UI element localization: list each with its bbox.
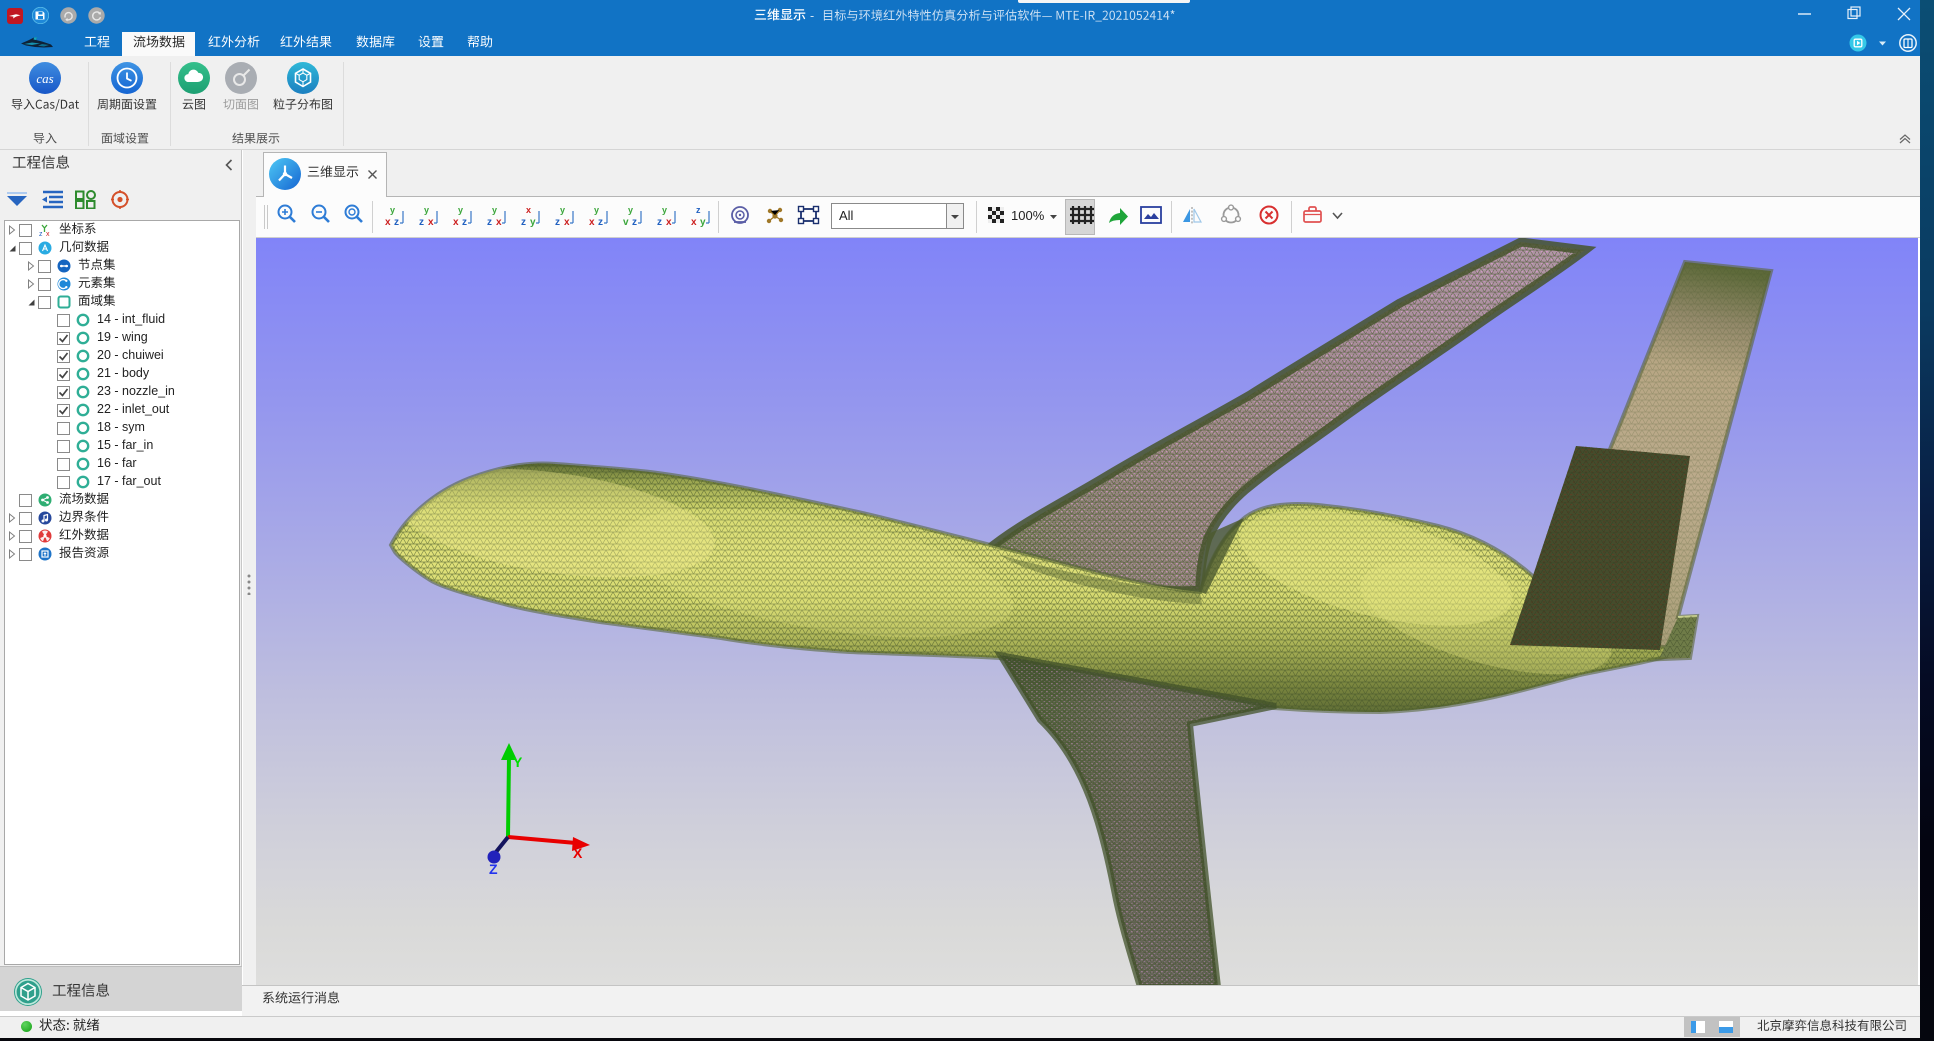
svg-text:y: y — [390, 205, 395, 215]
svg-text:y: y — [560, 205, 565, 215]
svg-text:z: z — [487, 217, 492, 228]
svg-text:cas: cas — [36, 71, 53, 86]
svg-text:x: x — [46, 231, 50, 237]
svg-text:x: x — [428, 217, 434, 228]
svg-text:y: y — [594, 205, 599, 215]
svg-text:z: z — [39, 231, 43, 237]
svg-text:v: v — [623, 217, 629, 228]
svg-text:Z: Z — [489, 861, 498, 877]
svg-text:y: y — [662, 205, 667, 215]
svg-text:y: y — [458, 205, 463, 215]
svg-text:z: z — [696, 205, 701, 215]
svg-text:z: z — [419, 217, 424, 228]
svg-text:x: x — [666, 217, 672, 228]
svg-text:Y: Y — [513, 754, 523, 770]
svg-text:x: x — [385, 217, 391, 228]
svg-text:y: y — [628, 205, 633, 215]
svg-text:x: x — [453, 217, 459, 228]
svg-text:y: y — [424, 205, 429, 215]
svg-text:x: x — [526, 205, 531, 215]
svg-text:x: x — [691, 217, 697, 228]
svg-text:z: z — [521, 217, 526, 228]
svg-text:y: y — [700, 217, 706, 228]
svg-text:y: y — [492, 205, 497, 215]
svg-text:z: z — [555, 217, 560, 228]
svg-text:x: x — [496, 217, 502, 228]
svg-text:y: y — [530, 217, 536, 228]
svg-text:x: x — [564, 217, 570, 228]
svg-text:z: z — [632, 217, 637, 228]
svg-text:z: z — [394, 217, 399, 228]
svg-text:z: z — [462, 217, 467, 228]
svg-text:z: z — [657, 217, 662, 228]
svg-text:X: X — [573, 845, 583, 861]
svg-text:x: x — [589, 217, 595, 228]
svg-text:z: z — [598, 217, 603, 228]
